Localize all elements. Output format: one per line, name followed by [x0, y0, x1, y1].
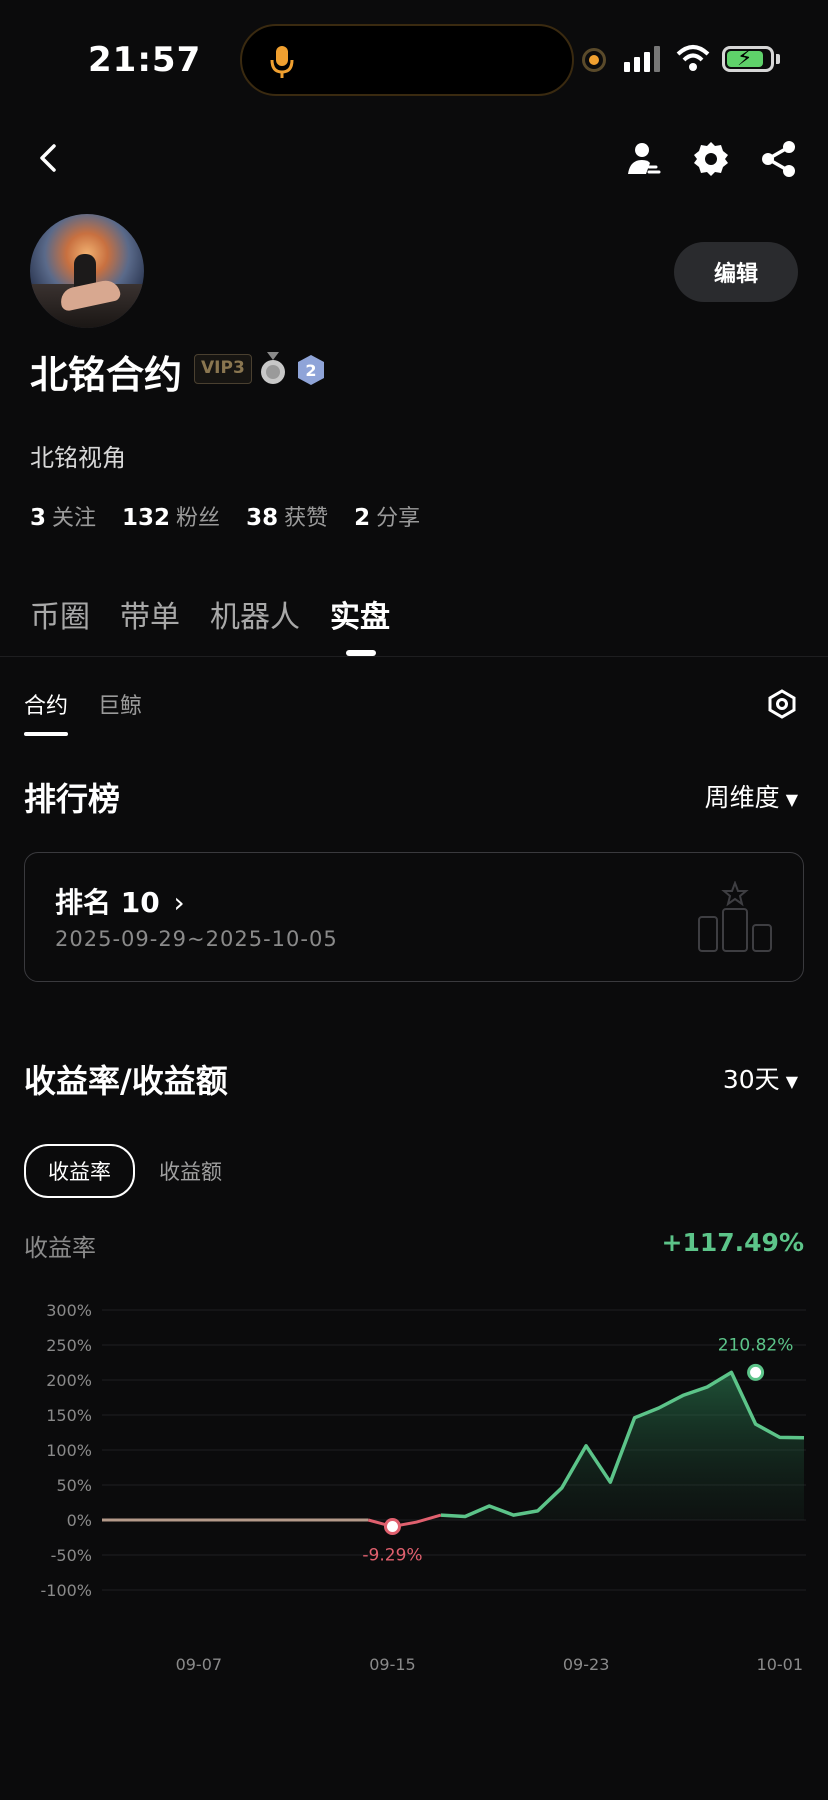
min-point-marker	[383, 1518, 401, 1536]
x-tick-label: 10-01	[757, 1655, 804, 1674]
y-tick-label: 50%	[56, 1476, 92, 1495]
min-point-label: -9.29%	[362, 1546, 422, 1566]
hexagon-settings-icon[interactable]	[766, 688, 798, 720]
x-tick-label: 09-15	[369, 1655, 416, 1674]
stat-shares[interactable]: 2 分享	[354, 500, 420, 532]
chevron-right-icon: ›	[173, 886, 185, 919]
leaderboard-period-dropdown[interactable]: 周维度 ▼	[705, 778, 798, 814]
toggle-yield-amount[interactable]: 收益额	[159, 1146, 244, 1196]
caret-down-icon: ▼	[785, 789, 798, 809]
y-tick-label: -50%	[51, 1546, 92, 1565]
dropdown-value: 周维度	[704, 783, 780, 812]
y-tick-label: 100%	[46, 1441, 92, 1460]
level-badge-icon[interactable]: 2	[296, 354, 326, 386]
status-time: 21:57	[88, 40, 202, 80]
y-tick-label: 250%	[46, 1336, 92, 1355]
avatar[interactable]	[30, 214, 144, 328]
tab-crypto[interactable]: 币圈	[30, 592, 90, 636]
returns-toggle: 收益率 收益额	[24, 1144, 244, 1198]
rank-date-range: 2025-09-29~2025-10-05	[55, 927, 338, 951]
tab-divider	[0, 656, 828, 657]
dynamic-island	[240, 24, 574, 96]
status-bar: 21:57 ⚡	[0, 0, 828, 120]
stat-label: 分享	[376, 506, 421, 531]
wifi-icon	[676, 45, 710, 71]
leaderboard-title: 排行榜	[24, 780, 121, 818]
stat-number: 38	[246, 505, 279, 531]
tab-bots[interactable]: 机器人	[210, 592, 300, 636]
yield-value: +117.49%	[661, 1228, 804, 1257]
profile-bio: 北铭视角	[30, 444, 126, 472]
stat-followers[interactable]: 132 粉丝	[122, 500, 220, 532]
tab-copy-trading[interactable]: 带单	[120, 592, 180, 636]
stat-following[interactable]: 3 关注	[30, 500, 96, 532]
rank-label: 排名 10 ›	[55, 881, 185, 921]
tab-whales[interactable]: 巨鲸	[98, 688, 142, 720]
returns-title: 收益率/收益额	[24, 1062, 228, 1100]
stat-number: 2	[354, 505, 371, 531]
rank-text: 排名 10	[55, 886, 160, 919]
stat-label: 粉丝	[176, 506, 221, 531]
returns-period-dropdown[interactable]: 30天 ▼	[723, 1060, 798, 1096]
cellular-signal-icon	[624, 46, 660, 72]
stat-number: 132	[122, 505, 171, 531]
sub-tab-bar: 合约 巨鲸	[24, 688, 142, 720]
max-point-label: 210.82%	[718, 1335, 794, 1355]
y-tick-label: 200%	[46, 1371, 92, 1390]
level-badge-text: 2	[305, 361, 316, 380]
stat-label: 关注	[52, 506, 97, 531]
rank-card[interactable]: 排名 10 › 2025-09-29~2025-10-05	[24, 852, 804, 982]
back-arrow-icon[interactable]	[30, 140, 66, 176]
yield-chart[interactable]: 300% 250% 200% 150% 100% 50% 0% -50% -100% 09-07…	[0, 1286, 828, 1686]
y-tick-label: 0%	[67, 1511, 92, 1530]
yield-label: 收益率	[24, 1234, 96, 1262]
y-tick-label: 300%	[46, 1301, 92, 1320]
x-tick-label: 09-23	[563, 1655, 610, 1674]
y-tick-label: 150%	[46, 1406, 92, 1425]
max-point-marker	[747, 1363, 765, 1381]
battery-tip	[776, 54, 780, 64]
settings-gear-icon[interactable]	[692, 140, 730, 178]
stat-likes[interactable]: 38 获赞	[246, 500, 328, 532]
share-icon[interactable]	[760, 140, 798, 178]
stat-label: 获赞	[284, 506, 329, 531]
x-tick-label: 09-07	[176, 1655, 223, 1674]
medal-icon[interactable]	[258, 352, 288, 386]
negative-segment	[367, 1513, 442, 1529]
sub-tab-indicator	[24, 732, 68, 736]
tab-live-trading[interactable]: 实盘	[330, 592, 390, 636]
tab-contracts[interactable]: 合约	[24, 688, 68, 720]
y-tick-label: -100%	[40, 1581, 92, 1600]
toggle-yield-rate[interactable]: 收益率	[24, 1144, 135, 1198]
battery-icon: ⚡	[722, 46, 774, 72]
caret-down-icon: ▼	[785, 1071, 798, 1091]
edit-profile-button[interactable]: 编辑	[674, 242, 798, 302]
profile-name: 北铭合约	[30, 353, 183, 397]
main-tab-bar: 币圈 带单 机器人 实盘	[30, 592, 390, 636]
podium-trophy-icon	[698, 881, 772, 952]
stat-number: 3	[30, 505, 47, 531]
recording-indicator-icon	[582, 48, 606, 72]
microphone-icon	[270, 46, 294, 78]
profile-stats: 3 关注 132 粉丝 38 获赞 2 分享	[30, 500, 420, 532]
user-manage-icon[interactable]	[626, 140, 664, 178]
vip-badge[interactable]: VIP3	[194, 354, 252, 384]
dropdown-value: 30天	[722, 1065, 780, 1094]
